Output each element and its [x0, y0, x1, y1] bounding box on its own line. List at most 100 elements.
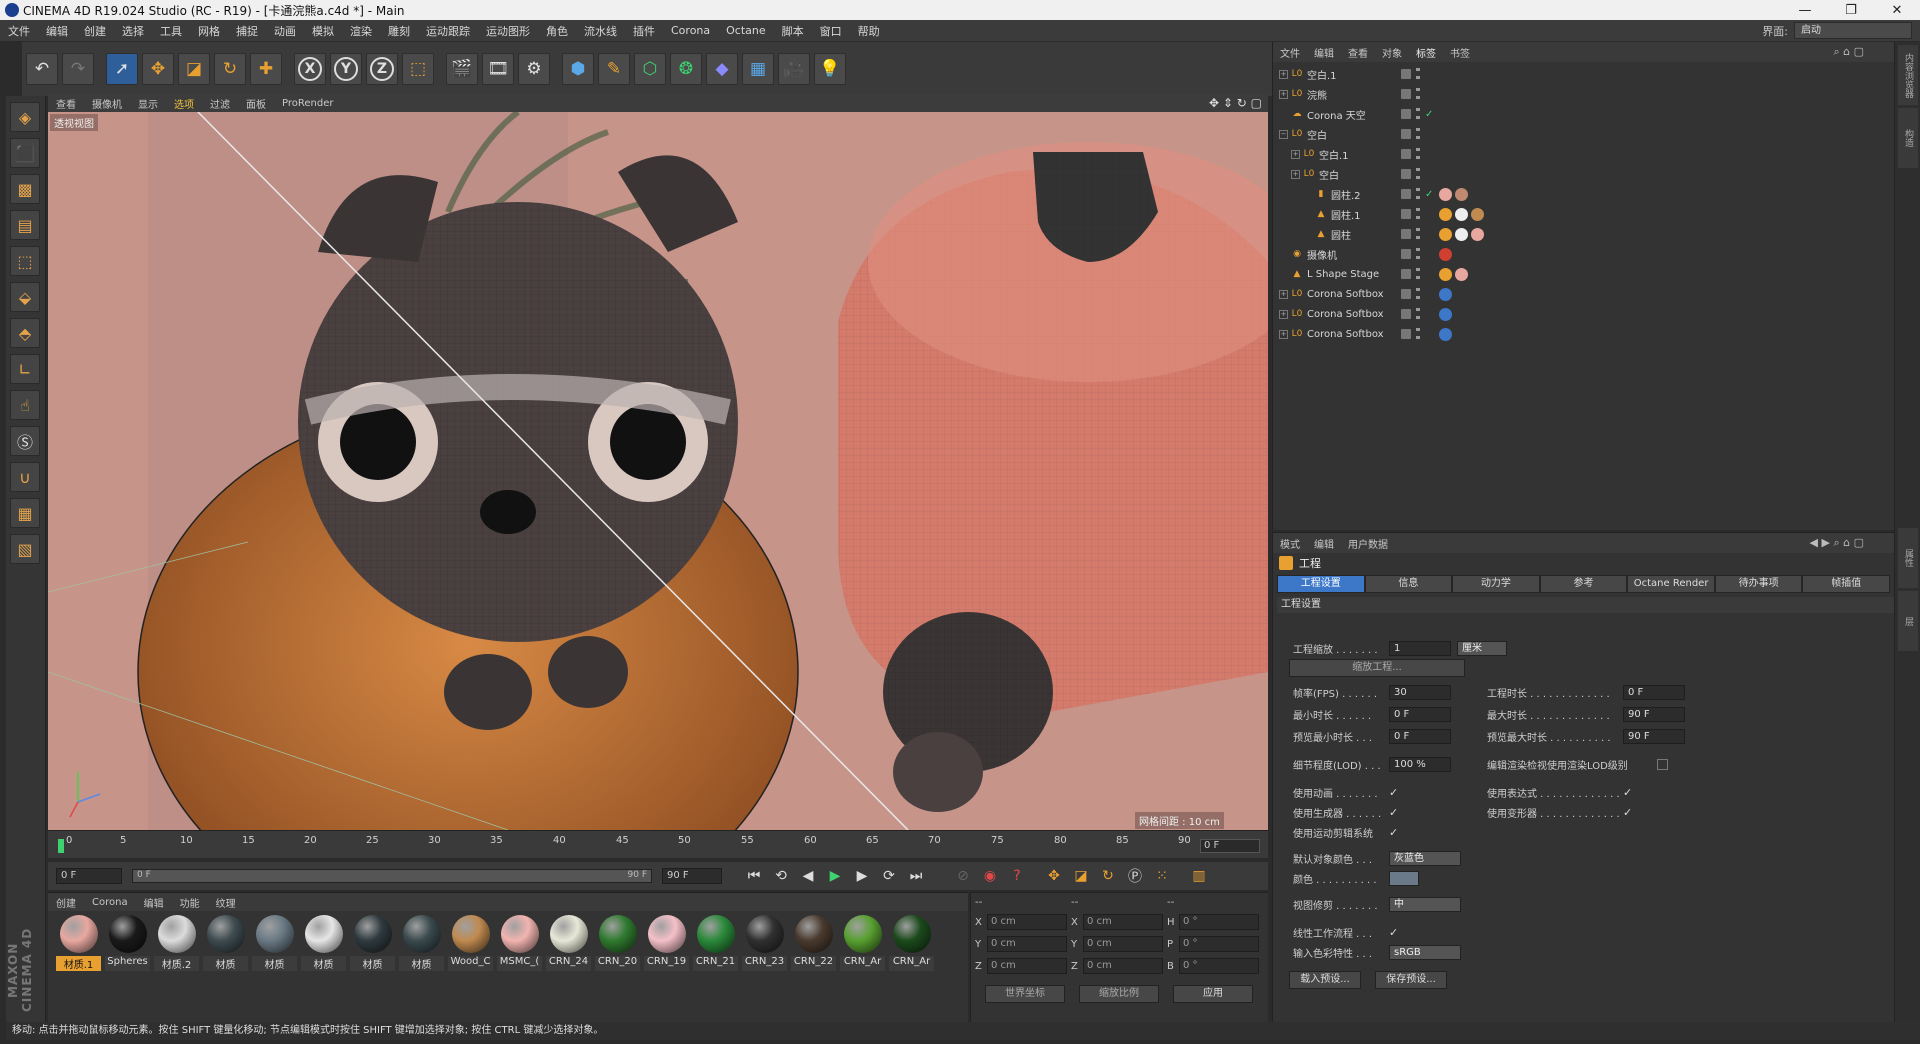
material-swatch[interactable]: 材质.1	[56, 915, 101, 977]
timeline-window-button[interactable]: ▥	[1187, 865, 1211, 887]
position-z-field[interactable]: 0 cm	[987, 958, 1067, 974]
editor-render-visibility-icon[interactable]	[1416, 248, 1420, 260]
layer-visibility-icon[interactable]	[1401, 209, 1411, 219]
menu-select[interactable]: 选择	[114, 23, 152, 39]
material-tag-icon[interactable]	[1439, 307, 1452, 321]
tab-referencing[interactable]: 参考	[1539, 575, 1628, 593]
expand-toggle-icon[interactable]: +	[1279, 289, 1288, 299]
viewport-nav-icons[interactable]: ✥ ⇕ ↻ ▢	[1209, 96, 1262, 110]
record-disabled-button[interactable]: ⊘	[951, 865, 975, 887]
viewport-menu-panel[interactable]: 面板	[238, 96, 274, 111]
axis-mode-button[interactable]: ∟	[10, 354, 40, 384]
tab-frame-interpolation[interactable]: 帧插值	[1802, 575, 1891, 593]
tab-octane-render[interactable]: Octane Render	[1627, 575, 1715, 593]
tab-info[interactable]: 信息	[1364, 575, 1453, 593]
model-mode-button[interactable]: ⬛	[10, 138, 40, 168]
menu-window[interactable]: 窗口	[812, 23, 850, 39]
material-swatch[interactable]: CRN_Ar	[840, 915, 885, 977]
object-row[interactable]: + L0 Corona Softbox	[1273, 284, 1894, 304]
menu-tools[interactable]: 工具	[152, 23, 190, 39]
object-row[interactable]: ◉ 摄像机	[1273, 244, 1894, 264]
position-x-field[interactable]: 0 cm	[987, 914, 1067, 930]
material-tag-icon[interactable]	[1455, 187, 1468, 201]
layer-visibility-icon[interactable]	[1401, 89, 1411, 99]
expand-toggle-icon[interactable]: +	[1279, 309, 1288, 319]
motion-system-checkbox[interactable]: ✓	[1389, 827, 1400, 838]
light-button[interactable]: 💡	[814, 53, 846, 85]
lod-field[interactable]: 100 %	[1389, 756, 1451, 772]
object-manager-search-icon[interactable]: ⌕ ⌂ ▢	[1833, 45, 1864, 59]
object-row[interactable]: + L0 浣熊	[1273, 84, 1894, 104]
material-swatch[interactable]: CRN_22	[791, 915, 836, 977]
snap-button[interactable]: Ⓢ	[10, 426, 40, 456]
next-frame-button[interactable]: ▶	[850, 865, 874, 887]
expand-toggle-icon[interactable]: −	[1279, 129, 1288, 139]
expand-toggle-icon[interactable]: +	[1279, 89, 1288, 99]
coordinate-system-button[interactable]: ⬚	[402, 53, 434, 85]
go-to-start-button[interactable]: ⏮	[742, 865, 766, 887]
material-menu-create[interactable]: 创建	[48, 895, 84, 910]
enabled-check-icon[interactable]: ✓	[1425, 109, 1433, 120]
material-menu-corona[interactable]: Corona	[84, 897, 136, 908]
move-tool-button[interactable]: ✥	[142, 53, 174, 85]
use-generators-checkbox[interactable]: ✓	[1389, 807, 1400, 818]
view-clipping-dropdown[interactable]: 中	[1389, 896, 1461, 912]
object-menu-view[interactable]: 查看	[1341, 45, 1375, 60]
record-button[interactable]: ◉	[978, 865, 1002, 887]
editor-render-visibility-icon[interactable]	[1416, 308, 1420, 320]
side-tab-content-browser[interactable]: 内容浏览器	[1898, 45, 1918, 105]
editor-render-visibility-icon[interactable]	[1416, 128, 1420, 140]
project-time-field[interactable]: 0 F	[1623, 684, 1685, 700]
fps-field[interactable]: 30	[1389, 684, 1451, 700]
layer-visibility-icon[interactable]	[1401, 109, 1411, 119]
apply-button[interactable]: 应用	[1173, 985, 1253, 1003]
material-menu-texture[interactable]: 纹理	[208, 895, 244, 910]
material-swatch[interactable]: CRN_20	[595, 915, 640, 977]
menu-file[interactable]: 文件	[0, 23, 38, 39]
rotate-tool-button[interactable]: ↻	[214, 53, 246, 85]
editor-render-visibility-icon[interactable]	[1416, 288, 1420, 300]
play-button[interactable]: ▶	[823, 865, 847, 887]
go-to-end-button[interactable]: ⏭	[904, 865, 928, 887]
material-swatch[interactable]: Spheres	[105, 915, 150, 977]
object-row[interactable]: ▲ 圆柱.1	[1273, 204, 1894, 224]
material-tag-icon[interactable]	[1471, 207, 1484, 221]
expand-toggle-icon[interactable]: +	[1279, 69, 1288, 79]
expand-toggle-icon[interactable]: +	[1291, 149, 1300, 159]
menu-help[interactable]: 帮助	[850, 23, 888, 39]
layer-visibility-icon[interactable]	[1401, 229, 1411, 239]
floor-button[interactable]: ▦	[742, 53, 774, 85]
object-row[interactable]: ▮ 圆柱.2 ✓	[1273, 184, 1894, 204]
magnet-button[interactable]: ∪	[10, 462, 40, 492]
menu-plugins[interactable]: 插件	[625, 23, 663, 39]
side-tab-layers[interactable]: 层	[1898, 591, 1918, 651]
tab-dynamics[interactable]: 动力学	[1452, 575, 1540, 593]
attribute-menu-userdata[interactable]: 用户数据	[1341, 536, 1395, 551]
menu-octane[interactable]: Octane	[718, 24, 774, 37]
use-animation-checkbox[interactable]: ✓	[1389, 787, 1400, 798]
size-z-field[interactable]: 0 cm	[1083, 958, 1163, 974]
size-y-field[interactable]: 0 cm	[1083, 936, 1163, 952]
material-swatch[interactable]: CRN_21	[693, 915, 738, 977]
make-editable-button[interactable]: ◈	[10, 102, 40, 132]
camera-button[interactable]: 🎥	[778, 53, 810, 85]
menu-corona[interactable]: Corona	[663, 24, 718, 37]
rotation-p-field[interactable]: 0 °	[1179, 936, 1259, 952]
side-tab-structure[interactable]: 构造	[1898, 108, 1918, 168]
material-tag-icon[interactable]	[1455, 227, 1468, 241]
object-menu-tags[interactable]: 标签	[1409, 45, 1443, 60]
edges-mode-button[interactable]: ⬙	[10, 282, 40, 312]
undo-button[interactable]: ↶	[26, 53, 58, 85]
editor-render-visibility-icon[interactable]	[1416, 188, 1420, 200]
menu-script[interactable]: 脚本	[774, 23, 812, 39]
points-mode-button[interactable]: ⬚	[10, 246, 40, 276]
viewport-menu-view[interactable]: 查看	[48, 96, 84, 111]
layer-visibility-icon[interactable]	[1401, 309, 1411, 319]
editor-render-visibility-icon[interactable]	[1416, 68, 1420, 80]
pen-button[interactable]: ✎	[598, 53, 630, 85]
menu-character[interactable]: 角色	[538, 23, 576, 39]
menu-sculpt[interactable]: 雕刻	[380, 23, 418, 39]
editor-render-visibility-icon[interactable]	[1416, 108, 1420, 120]
preview-max-field[interactable]: 90 F	[1623, 728, 1685, 744]
editor-render-visibility-icon[interactable]	[1416, 88, 1420, 100]
